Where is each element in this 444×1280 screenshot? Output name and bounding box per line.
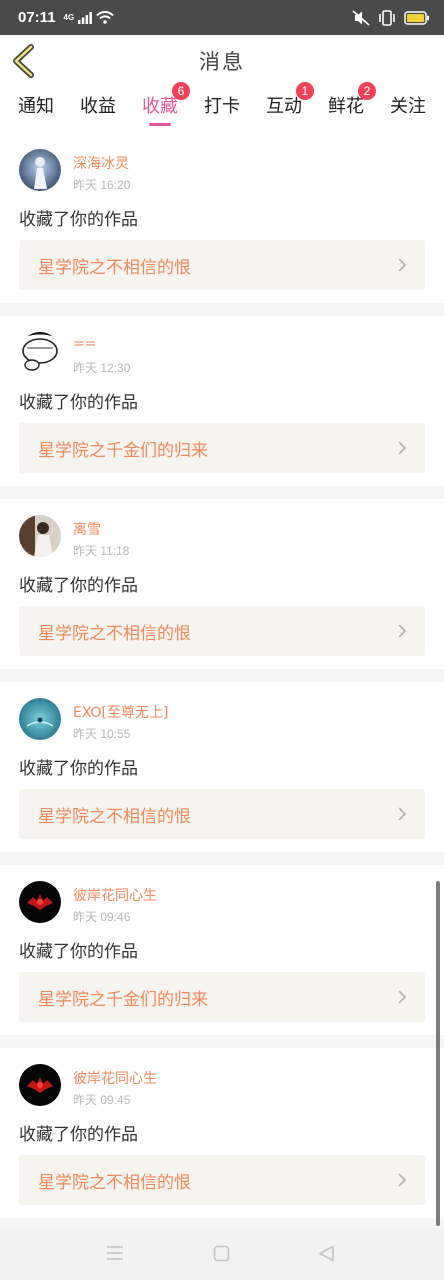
chevron-right-icon xyxy=(398,990,407,1004)
avatar-image xyxy=(19,332,61,374)
username[interactable]: 离雪 xyxy=(73,519,101,539)
mute-icon xyxy=(352,9,370,26)
chevron-right-icon xyxy=(398,624,407,638)
list-item: EXO[至尊无上] 昨天 10:55 收藏了你的作品 星学院之不相信的恨 xyxy=(0,682,444,852)
avatar-image xyxy=(19,1064,61,1106)
tab-label: 鲜花 xyxy=(328,96,364,117)
timestamp: 昨天 09:45 xyxy=(73,1093,131,1107)
work-title: 星学院之千金们的归来 xyxy=(38,441,208,461)
network-label: 4G xyxy=(63,13,75,22)
timestamp: 昨天 10:55 xyxy=(73,727,131,741)
back-triangle-icon[interactable] xyxy=(318,1245,335,1262)
chevron-right-icon xyxy=(398,441,407,455)
tab-checkin[interactable]: 打卡 xyxy=(204,87,240,133)
page-title: 消息 xyxy=(199,50,245,74)
list-item: 离雪 昨天 11:18 收藏了你的作品 星学院之不相信的恨 xyxy=(0,499,444,669)
work-title: 星学院之千金们的归来 xyxy=(38,990,208,1010)
username[interactable]: 彼岸花同心生 xyxy=(73,1068,157,1088)
avatar[interactable] xyxy=(19,1064,61,1106)
timestamp: 昨天 09:46 xyxy=(73,910,131,924)
avatar[interactable] xyxy=(19,149,61,191)
username[interactable]: EXO[至尊无上] xyxy=(73,702,168,722)
work-title: 星学院之不相信的恨 xyxy=(38,1173,191,1193)
wifi-icon xyxy=(96,11,114,24)
tab-earnings[interactable]: 收益 xyxy=(80,87,116,133)
chevron-right-icon xyxy=(398,1173,407,1187)
tab-label: 通知 xyxy=(18,96,54,117)
system-nav-bar xyxy=(0,1228,444,1280)
work-link[interactable]: 星学院之不相信的恨 xyxy=(19,789,425,839)
work-link[interactable]: 星学院之不相信的恨 xyxy=(19,240,425,290)
username[interactable]: 深海冰灵 xyxy=(73,153,129,173)
avatar[interactable] xyxy=(19,698,61,740)
work-link[interactable]: 星学院之不相信的恨 xyxy=(19,1155,425,1205)
timestamp: 昨天 16:20 xyxy=(73,178,131,192)
avatar[interactable] xyxy=(19,515,61,557)
work-title: 星学院之不相信的恨 xyxy=(38,624,191,644)
tabs-bar: 通知 收益 收藏 6 打卡 互动 1 鲜花 2 关注 xyxy=(0,82,444,133)
tab-label: 收藏 xyxy=(142,96,178,117)
timestamp: 昨天 12:30 xyxy=(73,361,131,375)
tab-notifications[interactable]: 通知 xyxy=(18,87,54,133)
tab-interactions[interactable]: 互动 1 xyxy=(266,82,314,133)
avatar-image xyxy=(19,149,61,191)
home-icon[interactable] xyxy=(213,1245,230,1262)
tab-label: 互动 xyxy=(266,96,302,117)
back-button[interactable] xyxy=(10,44,40,78)
tab-following[interactable]: 关注 xyxy=(390,87,426,133)
action-text: 收藏了你的作品 xyxy=(19,210,138,230)
tab-flowers[interactable]: 鲜花 2 xyxy=(328,82,376,133)
scrollbar[interactable] xyxy=(436,881,440,1226)
chevron-left-icon xyxy=(13,44,34,78)
tab-badge: 2 xyxy=(358,82,376,100)
work-link[interactable]: 星学院之千金们的归来 xyxy=(19,972,425,1022)
avatar[interactable] xyxy=(19,881,61,923)
avatar-image xyxy=(19,698,61,740)
work-link[interactable]: 星学院之千金们的归来 xyxy=(19,423,425,473)
work-title: 星学院之不相信的恨 xyxy=(38,258,191,278)
action-text: 收藏了你的作品 xyxy=(19,759,138,779)
chevron-right-icon xyxy=(398,807,407,821)
menu-icon[interactable] xyxy=(106,1245,124,1261)
work-title: 星学院之不相信的恨 xyxy=(38,807,191,827)
tab-label: 关注 xyxy=(390,96,426,117)
active-tab-indicator xyxy=(149,123,171,126)
username[interactable]: == xyxy=(73,336,96,352)
tab-favorites[interactable]: 收藏 6 xyxy=(142,82,190,133)
timestamp: 昨天 11:18 xyxy=(73,544,130,558)
signal-icon xyxy=(78,11,93,24)
battery-icon xyxy=(404,10,429,25)
action-text: 收藏了你的作品 xyxy=(19,393,138,413)
avatar-image xyxy=(19,515,61,557)
tab-label: 打卡 xyxy=(204,96,240,117)
list-item: == 昨天 12:30 收藏了你的作品 星学院之千金们的归来 xyxy=(0,316,444,486)
action-text: 收藏了你的作品 xyxy=(19,1125,138,1145)
status-time: 07:11 xyxy=(18,9,56,26)
list-item: 彼岸花同心生 昨天 09:45 收藏了你的作品 星学院之不相信的恨 xyxy=(0,1048,444,1218)
vibrate-icon xyxy=(379,9,395,26)
avatar[interactable] xyxy=(19,332,61,374)
tab-badge: 1 xyxy=(296,82,314,100)
username[interactable]: 彼岸花同心生 xyxy=(73,885,157,905)
list-item: 彼岸花同心生 昨天 09:46 收藏了你的作品 星学院之千金们的归来 xyxy=(0,865,444,1035)
action-text: 收藏了你的作品 xyxy=(19,942,138,962)
tab-label: 收益 xyxy=(80,96,116,117)
list-item: 深海冰灵 昨天 16:20 收藏了你的作品 星学院之不相信的恨 xyxy=(0,133,444,303)
app-header: 消息 xyxy=(0,35,444,87)
work-link[interactable]: 星学院之不相信的恨 xyxy=(19,606,425,656)
action-text: 收藏了你的作品 xyxy=(19,576,138,596)
chevron-right-icon xyxy=(398,258,407,272)
tab-badge: 6 xyxy=(172,82,190,100)
status-bar: 07:11 4G xyxy=(0,0,444,35)
avatar-image xyxy=(19,881,61,923)
